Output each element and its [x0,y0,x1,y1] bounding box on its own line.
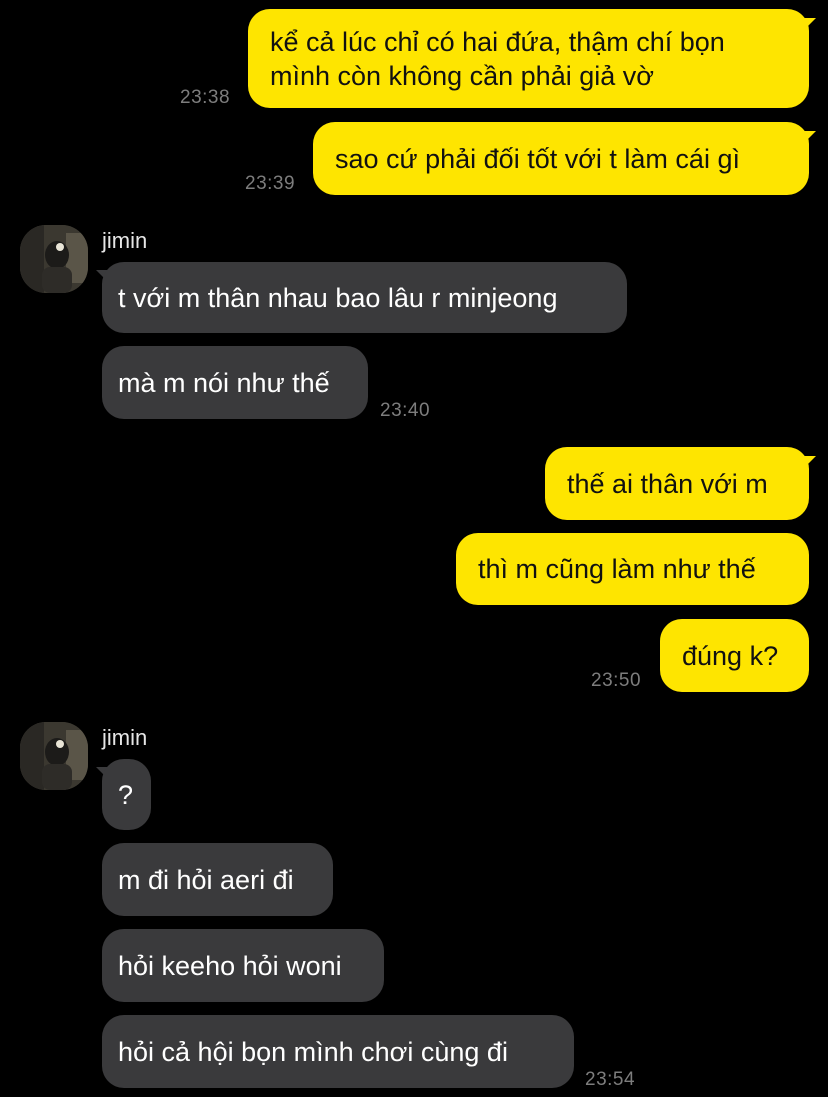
incoming-message[interactable]: t với m thân nhau bao lâu r minjeong [102,262,627,333]
message-timestamp: 23:54 [585,1069,636,1090]
profile-photo-icon [20,722,88,790]
bubble-tail [802,131,816,145]
sender-name: jimin [102,725,148,750]
message-text: thế ai thân với m [567,468,768,499]
incoming-message[interactable]: hỏi cả hội bọn mình chơi cùng đi [102,1015,574,1088]
outgoing-message[interactable]: thế ai thân với m [545,447,809,520]
message-timestamp: 23:38 [180,87,231,108]
outgoing-message[interactable]: kể cả lúc chỉ có hai đứa, thậm chí bọn m… [248,9,809,108]
message-text: kể cả lúc chỉ có hai đứa, thậm chí bọn m… [270,27,725,91]
message-text: hỏi keeho hỏi woni [118,950,342,981]
message-text: hỏi cả hội bọn mình chơi cùng đi [118,1036,508,1067]
message-timestamp: 23:40 [380,400,431,421]
message-text: sao cứ phải đối tốt với t làm cái gì [335,143,740,174]
outgoing-message[interactable]: đúng k? [660,619,809,692]
message-text: mà m nói như thế [118,367,330,398]
message-text: thì m cũng làm như thế [478,554,756,584]
message-text: ? [118,779,134,810]
incoming-message[interactable]: ? [102,759,151,830]
message-timestamp: 23:39 [245,173,296,194]
bubble-tail [802,18,816,32]
message-timestamp: 23:50 [591,670,642,691]
incoming-message[interactable]: m đi hỏi aeri đi [102,843,333,916]
message-text: t với m thân nhau bao lâu r minjeong [118,282,558,313]
bubble-tail [802,456,816,470]
incoming-message[interactable]: mà m nói như thế [102,346,368,419]
profile-photo-icon [20,225,88,293]
avatar[interactable] [20,722,88,790]
sender-name: jimin [102,228,148,253]
outgoing-message[interactable]: sao cứ phải đối tốt với t làm cái gì [313,122,809,195]
outgoing-message[interactable]: thì m cũng làm như thế [456,533,809,605]
message-text: m đi hỏi aeri đi [118,864,294,895]
incoming-message[interactable]: hỏi keeho hỏi woni [102,929,384,1002]
avatar[interactable] [20,225,88,293]
message-text: đúng k? [682,640,779,671]
